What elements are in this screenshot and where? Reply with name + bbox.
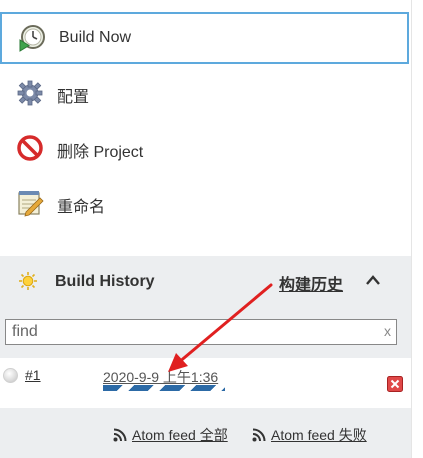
rss-icon [252, 428, 266, 442]
build-progress-fill [103, 385, 225, 391]
clear-filter-button[interactable]: x [384, 323, 391, 339]
task-build-now[interactable]: Build Now [0, 12, 409, 64]
task-label: 重命名 [57, 199, 106, 216]
notepad-pencil-icon [18, 191, 44, 217]
build-history-header: Build History 构建历史 [0, 256, 411, 308]
chevron-up-icon[interactable] [364, 273, 382, 287]
no-entry-icon [17, 135, 43, 161]
feed-label: Atom feed 失败 [271, 427, 367, 443]
task-label: 配置 [57, 89, 90, 106]
rss-icon [113, 428, 127, 442]
task-label: Build Now [59, 29, 132, 46]
atom-feed-all-link[interactable]: Atom feed 全部 [113, 425, 228, 445]
task-configure[interactable]: 配置 [0, 67, 409, 119]
build-date-link[interactable]: 2020-9-9 上午1:36 [103, 367, 218, 387]
build-row: #1 2020-9-9 上午1:36 [0, 358, 411, 408]
feed-bar: Atom feed 全部 Atom feed 失败 [0, 408, 411, 458]
feed-label: Atom feed 全部 [132, 427, 228, 443]
find-input[interactable] [12, 322, 372, 342]
task-label: 删除 Project [57, 144, 144, 161]
build-filter-bar: x [0, 308, 411, 358]
atom-feed-failed-link[interactable]: Atom feed 失败 [252, 425, 367, 445]
build-number-link[interactable]: #1 [25, 367, 41, 383]
find-box: x [5, 319, 397, 345]
build-progress-bar [103, 385, 225, 391]
sun-icon [19, 272, 37, 290]
task-delete-project[interactable]: 删除 Project [0, 122, 409, 174]
stop-build-icon[interactable] [387, 376, 403, 392]
status-ball-icon [3, 368, 18, 383]
build-trend-link[interactable]: 构建历史 [279, 271, 343, 295]
task-rename[interactable]: 重命名 [0, 177, 409, 229]
clock-play-icon [19, 25, 45, 52]
gear-icon [17, 80, 43, 106]
build-history-title: Build History [55, 273, 155, 290]
side-panel: Build Now 配置 删除 Project 重命名 Build Histor… [0, 0, 412, 458]
